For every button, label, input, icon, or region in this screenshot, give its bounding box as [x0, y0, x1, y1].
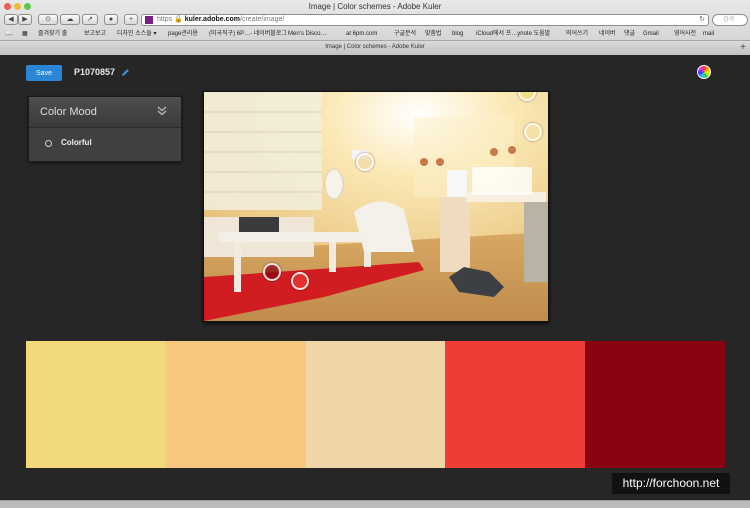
bookmark-item[interactable]: Men's Disco… — [288, 28, 327, 40]
bookmark-item[interactable]: iCloud에서 프…ynote 도움말 — [476, 28, 550, 40]
swatch-3[interactable] — [305, 341, 446, 468]
forward-button[interactable]: ▶ — [18, 14, 32, 25]
bookmark-item[interactable]: 네이버 — [599, 28, 616, 40]
mood-option-colorful[interactable]: Colorful — [29, 128, 181, 161]
bookmark-item[interactable]: blog — [452, 28, 463, 40]
share-button[interactable]: ↗ — [82, 14, 98, 25]
stop-icon: ● — [108, 16, 114, 23]
color-picker-5[interactable] — [291, 272, 309, 290]
room-photo — [204, 92, 548, 321]
image-name[interactable]: P1070857 — [74, 67, 115, 77]
top-sites-grid-icon[interactable]: ▦ — [22, 28, 28, 40]
bookmark-item[interactable]: 즐겨찾기 출 — [38, 28, 67, 40]
minimize-window-button[interactable] — [14, 3, 21, 10]
save-button[interactable]: Save — [26, 65, 62, 81]
back-arrow-icon: ◀ — [8, 16, 14, 23]
kuler-favicon — [145, 16, 153, 24]
reader-icon: ⊙ — [45, 16, 51, 23]
color-swatches — [26, 341, 725, 468]
color-mood-header[interactable]: Color Mood — [29, 97, 181, 128]
bookmark-item[interactable]: at 6pm.com — [346, 28, 377, 40]
browser-chrome: Image | Color schemes - Adobe Kuler ◀ ▶ … — [0, 0, 750, 55]
bookmark-item[interactable]: 디자인 소스들 ▾ — [117, 28, 156, 40]
watermark: http://forchoon.net — [612, 473, 730, 494]
bookmark-item[interactable]: Gmail — [643, 28, 659, 40]
forward-arrow-icon: ▶ — [22, 16, 28, 23]
url-scheme: https — [156, 16, 173, 23]
browser-toolbar: ◀ ▶ ⊙ ☁ ↗ ● + https 🔒 kuler.adobe.com/cr… — [0, 13, 750, 27]
bookmarks-book-icon[interactable]: 📖 — [5, 28, 12, 40]
swatch-2[interactable] — [165, 341, 306, 468]
radio-button[interactable] — [45, 140, 52, 147]
url-host: kuler.adobe.com — [184, 16, 241, 23]
block-button[interactable]: ● — [104, 14, 118, 25]
bookmark-item[interactable]: 영어사전 — [674, 28, 696, 40]
pencil-icon[interactable] — [121, 68, 130, 77]
reload-icon[interactable]: ↻ — [699, 15, 705, 25]
source-photo — [203, 91, 549, 322]
bookmark-item[interactable]: 보고보고 — [84, 28, 106, 40]
mood-option-label: Colorful — [61, 138, 92, 147]
swatch-1[interactable] — [26, 341, 166, 468]
bookmark-item[interactable]: 댓글 — [624, 28, 635, 40]
window-title: Image | Color schemes - Adobe Kuler — [308, 2, 442, 11]
kuler-app: Save P1070857 Color Mood Colorful http:/… — [0, 55, 750, 500]
share-icon: ↗ — [87, 16, 93, 23]
back-button[interactable]: ◀ — [4, 14, 18, 25]
search-placeholder: 검색 — [723, 17, 735, 23]
color-picker-3[interactable] — [356, 153, 374, 171]
lock-icon: 🔒 — [174, 16, 183, 23]
add-tab-icon[interactable]: + — [740, 41, 746, 54]
search-input[interactable]: 검색 — [712, 14, 748, 26]
new-tab-button[interactable]: + — [124, 14, 138, 25]
tab-bar: Image | Color schemes - Adobe Kuler + — [0, 40, 750, 55]
close-window-button[interactable] — [4, 3, 11, 10]
bookmark-item[interactable]: page관리용 — [168, 28, 198, 40]
tab-active[interactable]: Image | Color schemes - Adobe Kuler — [325, 44, 425, 50]
bookmark-item[interactable]: 맞춤법 — [425, 28, 442, 40]
bookmark-item[interactable]: (미국직구) 6P…- 네이버블로그 — [209, 28, 287, 40]
swatch-4[interactable] — [445, 341, 586, 468]
cloud-icon: ☁ — [66, 16, 74, 23]
double-chevron-down-icon[interactable] — [157, 106, 167, 116]
plus-icon: + — [128, 16, 134, 23]
reader-button[interactable]: ⊙ — [38, 14, 58, 25]
url-bar[interactable]: https 🔒 kuler.adobe.com/create/image/ ↻ — [141, 14, 709, 26]
zoom-window-button[interactable] — [24, 3, 31, 10]
swatch-5[interactable] — [585, 341, 725, 468]
color-picker-4[interactable] — [263, 263, 281, 281]
bookmark-item[interactable]: 구글분석 — [394, 28, 416, 40]
url-path: /create/image/ — [240, 16, 285, 23]
color-picker-2[interactable] — [524, 123, 542, 141]
color-mood-panel: Color Mood Colorful — [28, 96, 182, 162]
bookmark-item[interactable]: 띄어쓰기 — [566, 28, 588, 40]
bookmark-item[interactable]: mail — [703, 28, 714, 40]
icloud-tabs-button[interactable]: ☁ — [60, 14, 80, 25]
color-wheel-icon[interactable] — [697, 65, 711, 79]
bookmarks-bar: 📖 ▦ 즐겨찾기 출 보고보고 디자인 소스들 ▾ page관리용 (미국직구) 6P…… — [0, 28, 750, 40]
color-mood-title: Color Mood — [40, 106, 97, 118]
